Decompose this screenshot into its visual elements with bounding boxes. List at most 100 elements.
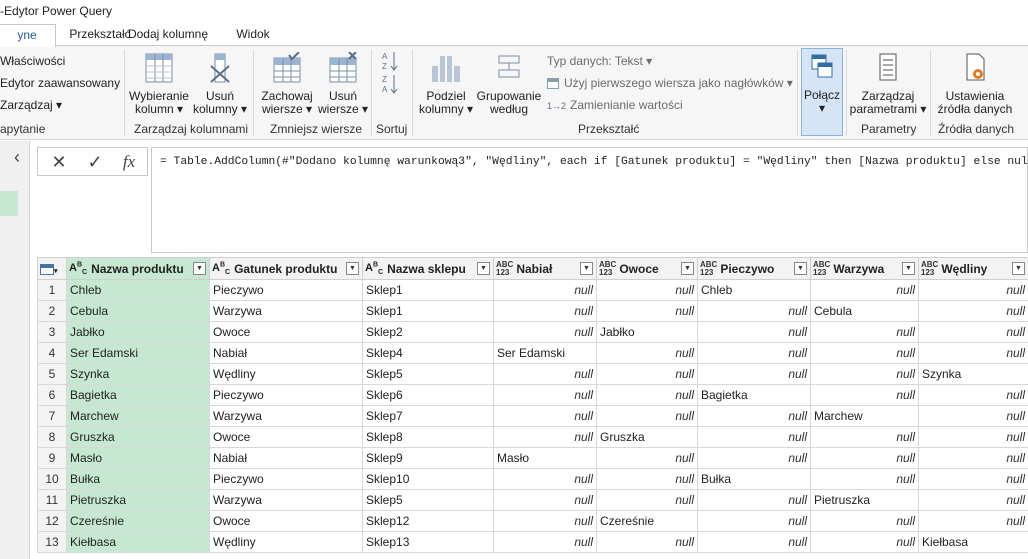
column-filter-icon[interactable]: ▼ xyxy=(902,262,915,275)
table-cell[interactable]: null xyxy=(493,300,597,322)
table-menu-button[interactable]: ▾ xyxy=(37,257,67,280)
table-cell[interactable]: null xyxy=(596,342,698,364)
column-header[interactable]: ABC 123 Pieczywo ▼ xyxy=(697,257,811,280)
table-cell[interactable]: null xyxy=(810,384,919,406)
remove-columns-button[interactable]: Usuń kolumny ▾ xyxy=(190,50,250,116)
table-cell[interactable]: null xyxy=(697,300,811,322)
table-cell[interactable]: null xyxy=(810,426,919,448)
column-header[interactable]: ABC Gatunek produktu ▼ xyxy=(209,257,363,280)
column-header[interactable]: ABC 123 Nabiał ▼ xyxy=(493,257,597,280)
table-cell[interactable]: Czereśnie xyxy=(66,510,210,532)
table-cell[interactable]: Sklep6 xyxy=(362,384,494,406)
table-cell[interactable]: null xyxy=(596,405,698,427)
row-number[interactable]: 12 xyxy=(37,510,67,532)
table-cell[interactable]: Sklep1 xyxy=(362,279,494,301)
table-cell[interactable]: null xyxy=(493,468,597,490)
table-cell[interactable]: Sklep13 xyxy=(362,531,494,553)
keep-rows-button[interactable]: Zachowaj wiersze ▾ xyxy=(256,50,318,116)
tab-home[interactable]: yne xyxy=(0,24,56,47)
table-cell[interactable]: null xyxy=(493,531,597,553)
table-cell[interactable]: Masło xyxy=(493,447,597,469)
tab-view[interactable]: Widok xyxy=(228,24,278,46)
replace-values-button[interactable]: 1→2 Zamienianie wartości xyxy=(547,96,683,114)
column-filter-icon[interactable]: ▼ xyxy=(193,262,206,275)
table-cell[interactable]: Cebula xyxy=(66,300,210,322)
table-cell[interactable]: Sklep2 xyxy=(362,321,494,343)
combine-button[interactable]: Połącz ▾ xyxy=(801,48,843,136)
row-number[interactable]: 13 xyxy=(37,531,67,553)
group-by-button[interactable]: Grupowanie według xyxy=(476,50,542,116)
table-cell[interactable]: null xyxy=(493,279,597,301)
row-number[interactable]: 7 xyxy=(37,405,67,427)
table-cell[interactable]: null xyxy=(493,426,597,448)
table-cell[interactable]: Sklep12 xyxy=(362,510,494,532)
table-cell[interactable]: Owoce xyxy=(209,426,363,448)
table-cell[interactable]: Wędliny xyxy=(209,363,363,385)
table-cell[interactable]: null xyxy=(810,279,919,301)
table-cell[interactable]: null xyxy=(918,321,1028,343)
table-cell[interactable]: Pieczywo xyxy=(209,384,363,406)
column-header[interactable]: ABC Nazwa produktu ▼ xyxy=(66,257,210,280)
table-cell[interactable]: Sklep1 xyxy=(362,300,494,322)
manage-button[interactable]: Zarządzaj ▾ xyxy=(0,96,62,114)
column-header[interactable]: ABC 123 Warzywa ▼ xyxy=(810,257,919,280)
table-cell[interactable]: Czereśnie xyxy=(596,510,698,532)
row-number[interactable]: 10 xyxy=(37,468,67,490)
fx-icon[interactable]: fx xyxy=(114,151,144,173)
table-cell[interactable]: Sklep10 xyxy=(362,468,494,490)
table-cell[interactable]: Sklep5 xyxy=(362,363,494,385)
table-cell[interactable]: null xyxy=(918,510,1028,532)
table-cell[interactable]: Nabiał xyxy=(209,447,363,469)
column-filter-icon[interactable]: ▼ xyxy=(1012,262,1025,275)
table-cell[interactable]: null xyxy=(918,426,1028,448)
table-cell[interactable]: null xyxy=(697,531,811,553)
table-cell[interactable]: null xyxy=(810,363,919,385)
table-cell[interactable]: Pietruszka xyxy=(810,489,919,511)
table-cell[interactable]: Warzywa xyxy=(209,405,363,427)
table-cell[interactable]: Bułka xyxy=(66,468,210,490)
row-number[interactable]: 2 xyxy=(37,300,67,322)
table-cell[interactable]: Marchew xyxy=(810,405,919,427)
table-cell[interactable]: Sklep4 xyxy=(362,342,494,364)
table-cell[interactable]: Owoce xyxy=(209,510,363,532)
table-cell[interactable]: null xyxy=(596,468,698,490)
column-filter-icon[interactable]: ▼ xyxy=(681,262,694,275)
table-cell[interactable]: null xyxy=(918,489,1028,511)
selected-query-marker[interactable] xyxy=(0,191,18,216)
table-cell[interactable]: Bagietka xyxy=(697,384,811,406)
table-cell[interactable]: null xyxy=(493,384,597,406)
table-cell[interactable]: Ser Edamski xyxy=(493,342,597,364)
formula-input[interactable]: = Table.AddColumn(#"Dodano kolumnę warun… xyxy=(151,147,1028,253)
table-cell[interactable]: null xyxy=(697,363,811,385)
table-cell[interactable]: null xyxy=(596,384,698,406)
table-cell[interactable]: Kiełbasa xyxy=(918,531,1028,553)
row-number[interactable]: 6 xyxy=(37,384,67,406)
row-number[interactable]: 8 xyxy=(37,426,67,448)
advanced-editor-button[interactable]: Edytor zaawansowany xyxy=(0,74,120,92)
cancel-icon[interactable]: ✕ xyxy=(44,151,74,173)
table-cell[interactable]: Sklep8 xyxy=(362,426,494,448)
column-header[interactable]: ABC 123 Owoce ▼ xyxy=(596,257,698,280)
table-cell[interactable]: null xyxy=(810,447,919,469)
table-cell[interactable]: null xyxy=(810,510,919,532)
table-cell[interactable]: Pieczywo xyxy=(209,279,363,301)
table-cell[interactable]: Bagietka xyxy=(66,384,210,406)
table-cell[interactable]: null xyxy=(810,321,919,343)
table-cell[interactable]: null xyxy=(596,300,698,322)
table-cell[interactable]: null xyxy=(810,468,919,490)
column-filter-icon[interactable]: ▼ xyxy=(580,262,593,275)
table-cell[interactable]: null xyxy=(596,531,698,553)
table-cell[interactable]: null xyxy=(697,510,811,532)
table-cell[interactable]: Szynka xyxy=(66,363,210,385)
table-cell[interactable]: Jabłko xyxy=(596,321,698,343)
table-cell[interactable]: Chleb xyxy=(697,279,811,301)
table-cell[interactable]: Bułka xyxy=(697,468,811,490)
table-cell[interactable]: null xyxy=(918,279,1028,301)
table-cell[interactable]: null xyxy=(918,342,1028,364)
table-cell[interactable]: Nabiał xyxy=(209,342,363,364)
table-cell[interactable]: null xyxy=(697,321,811,343)
table-cell[interactable]: Marchew xyxy=(66,405,210,427)
table-cell[interactable]: null xyxy=(918,300,1028,322)
use-first-row-as-headers-button[interactable]: Użyj pierwszego wiersza jako nagłówków ▾ xyxy=(547,74,793,92)
table-cell[interactable]: Ser Edamski xyxy=(66,342,210,364)
